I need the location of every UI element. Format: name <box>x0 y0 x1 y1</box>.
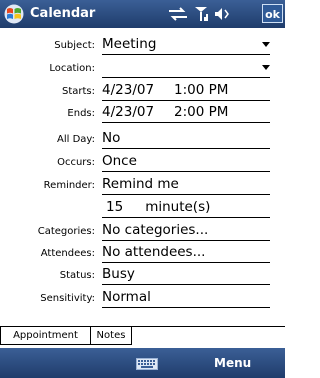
reminder-unit[interactable]: minute(s) <box>145 199 210 215</box>
all-day-label: All Day: <box>57 134 95 145</box>
sensitivity-row: Sensitivity: Normal <box>0 287 285 309</box>
occurs-field[interactable]: Once <box>102 153 270 172</box>
starts-time[interactable]: 1:00 PM <box>174 82 228 98</box>
status-field[interactable]: Busy <box>102 266 270 285</box>
starts-date[interactable]: 4/23/07 <box>102 82 154 98</box>
all-day-row: All Day: No <box>0 128 285 150</box>
keyboard-icon[interactable] <box>136 358 158 370</box>
windows-start-icon[interactable] <box>4 4 24 24</box>
categories-label: Categories: <box>37 226 95 237</box>
attendees-field[interactable]: No attendees... <box>102 244 270 263</box>
tab-appointment[interactable]: Appointment <box>0 327 91 345</box>
categories-row: Categories: No categories... <box>0 220 285 242</box>
signal-icon[interactable] <box>194 6 208 22</box>
sensitivity-field[interactable]: Normal <box>102 289 270 308</box>
status-icons <box>168 4 230 24</box>
occurs-row: Occurs: Once <box>0 151 285 173</box>
subject-field[interactable]: Meeting <box>102 36 270 55</box>
location-label: Location: <box>49 63 95 74</box>
categories-field[interactable]: No categories... <box>102 222 270 241</box>
tab-notes[interactable]: Notes <box>90 327 132 345</box>
reminder-amount-field[interactable]: 15 minute(s) <box>102 199 270 218</box>
ends-time[interactable]: 2:00 PM <box>174 104 228 120</box>
occurs-label: Occurs: <box>57 157 95 168</box>
ends-label: Ends: <box>67 108 95 119</box>
attendees-label: Attendees: <box>40 248 95 259</box>
starts-row: Starts: 4/23/07 1:00 PM <box>0 80 285 102</box>
reminder-label: Reminder: <box>43 180 95 191</box>
app-title: Calendar <box>30 6 96 21</box>
attendees-row: Attendees: No attendees... <box>0 242 285 264</box>
subject-row: Subject: Meeting <box>0 34 285 56</box>
location-field[interactable] <box>102 59 270 78</box>
title-bar: Calendar ok <box>0 0 285 28</box>
reminder-field[interactable]: Remind me <box>102 176 270 195</box>
location-row: Location: <box>0 57 285 79</box>
reminder-amount-row: 15 minute(s) <box>0 197 285 219</box>
location-dropdown-arrow-icon[interactable] <box>262 65 270 70</box>
starts-field[interactable]: 4/23/07 1:00 PM <box>102 82 270 101</box>
reminder-amount[interactable]: 15 <box>106 199 123 215</box>
ends-date[interactable]: 4/23/07 <box>102 104 154 120</box>
all-day-field[interactable]: No <box>102 130 270 149</box>
ends-row: Ends: 4/23/07 2:00 PM <box>0 102 285 124</box>
connectivity-icon[interactable] <box>168 7 188 21</box>
starts-label: Starts: <box>61 86 95 97</box>
soft-key-bar: Menu <box>0 348 285 378</box>
subject-label: Subject: <box>54 40 95 51</box>
status-label: Status: <box>59 270 95 281</box>
sensitivity-label: Sensitivity: <box>40 293 95 304</box>
subject-dropdown-arrow-icon[interactable] <box>262 42 270 47</box>
menu-softkey[interactable]: Menu <box>214 356 251 370</box>
ok-button[interactable]: ok <box>262 4 283 23</box>
volume-icon[interactable] <box>214 7 230 21</box>
ends-field[interactable]: 4/23/07 2:00 PM <box>102 104 270 123</box>
status-row: Status: Busy <box>0 264 285 286</box>
reminder-row: Reminder: Remind me <box>0 174 285 196</box>
